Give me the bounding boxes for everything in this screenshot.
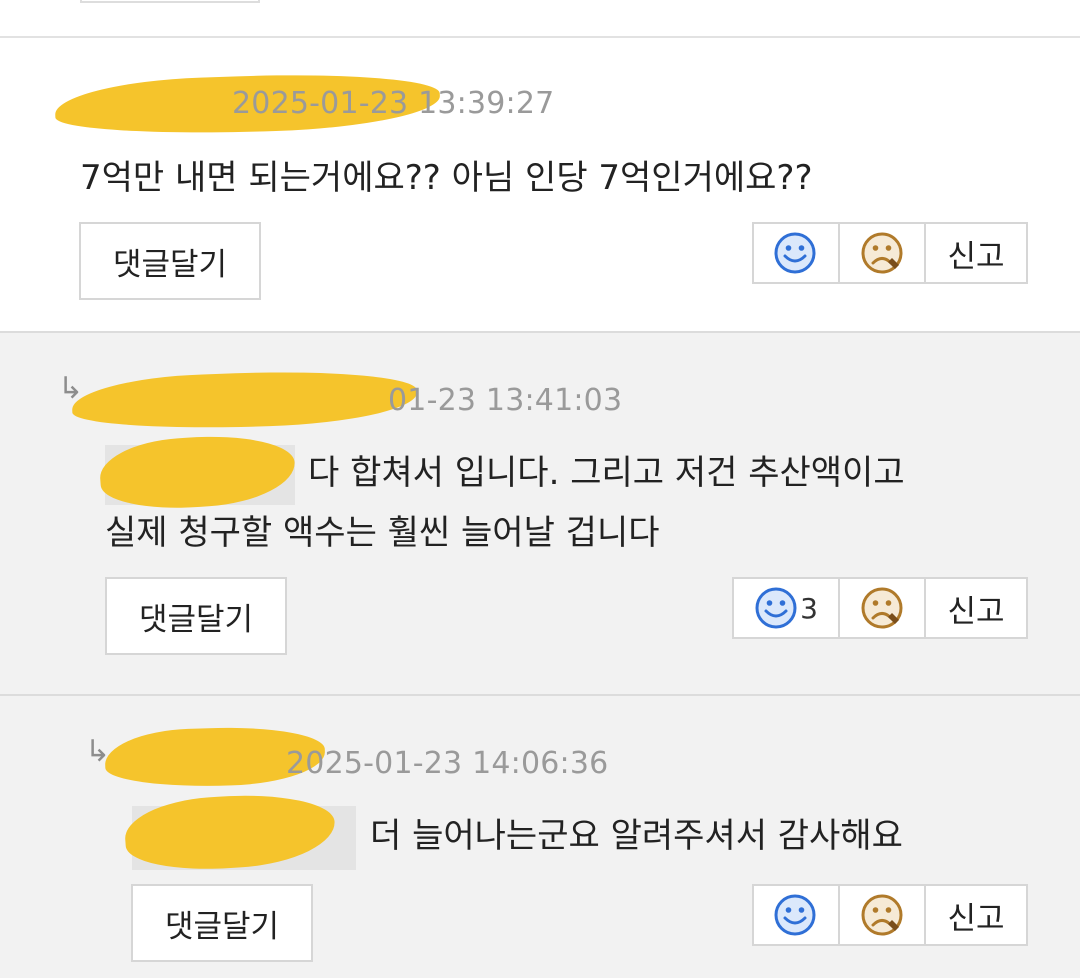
smile-icon: [773, 231, 817, 275]
comment-body: 7억만 내면 되는거에요?? 아님 인당 7억인거에요??: [80, 158, 813, 198]
comment-actions: 3 신고: [732, 577, 1028, 639]
reply-comment-item: ↳ 2025-01-23 14:06:36 더 늘어나는군요 알려주셔서 감사해…: [0, 694, 1080, 978]
comment-timestamp: 2025-01-23 14:06:36: [286, 746, 609, 781]
like-count: 3: [800, 591, 818, 625]
comment-timestamp: 2025-01-23 13:39:27: [232, 86, 555, 121]
frown-icon: [860, 231, 904, 275]
dislike-button[interactable]: [838, 577, 924, 639]
author-name-redaction: [71, 366, 418, 434]
previous-reply-button-edge: [80, 0, 260, 3]
frown-icon: [860, 893, 904, 937]
reply-button[interactable]: 댓글달기: [105, 577, 287, 655]
comment-actions: 신고: [752, 884, 1028, 946]
comment-body: 더 늘어나는군요 알려주셔서 감사해요: [370, 816, 903, 856]
dislike-button[interactable]: [838, 884, 924, 946]
report-button[interactable]: 신고: [924, 884, 1028, 946]
frown-icon: [860, 586, 904, 630]
report-button[interactable]: 신고: [924, 222, 1028, 284]
reply-button[interactable]: 댓글달기: [79, 222, 261, 300]
comment-actions: 신고: [752, 222, 1028, 284]
like-button[interactable]: [752, 222, 838, 284]
comment-body-line: 다 합쳐서 입니다. 그리고 저건 추산액이고: [308, 453, 905, 493]
comment-timestamp: 01-23 13:41:03: [388, 383, 623, 418]
like-button[interactable]: [752, 884, 838, 946]
report-button[interactable]: 신고: [924, 577, 1028, 639]
smile-icon: [754, 586, 798, 630]
reply-comment-item: ↳ 01-23 13:41:03 다 합쳐서 입니다. 그리고 저건 추산액이고…: [0, 331, 1080, 694]
like-button[interactable]: 3: [732, 577, 838, 639]
comment-body-line: 실제 청구할 액수는 훨씬 늘어날 겁니다: [105, 513, 660, 553]
dislike-button[interactable]: [838, 222, 924, 284]
reply-button[interactable]: 댓글달기: [131, 884, 313, 962]
smile-icon: [773, 893, 817, 937]
comment-item: 2025-01-23 13:39:27 7억만 내면 되는거에요?? 아님 인당…: [0, 36, 1080, 331]
